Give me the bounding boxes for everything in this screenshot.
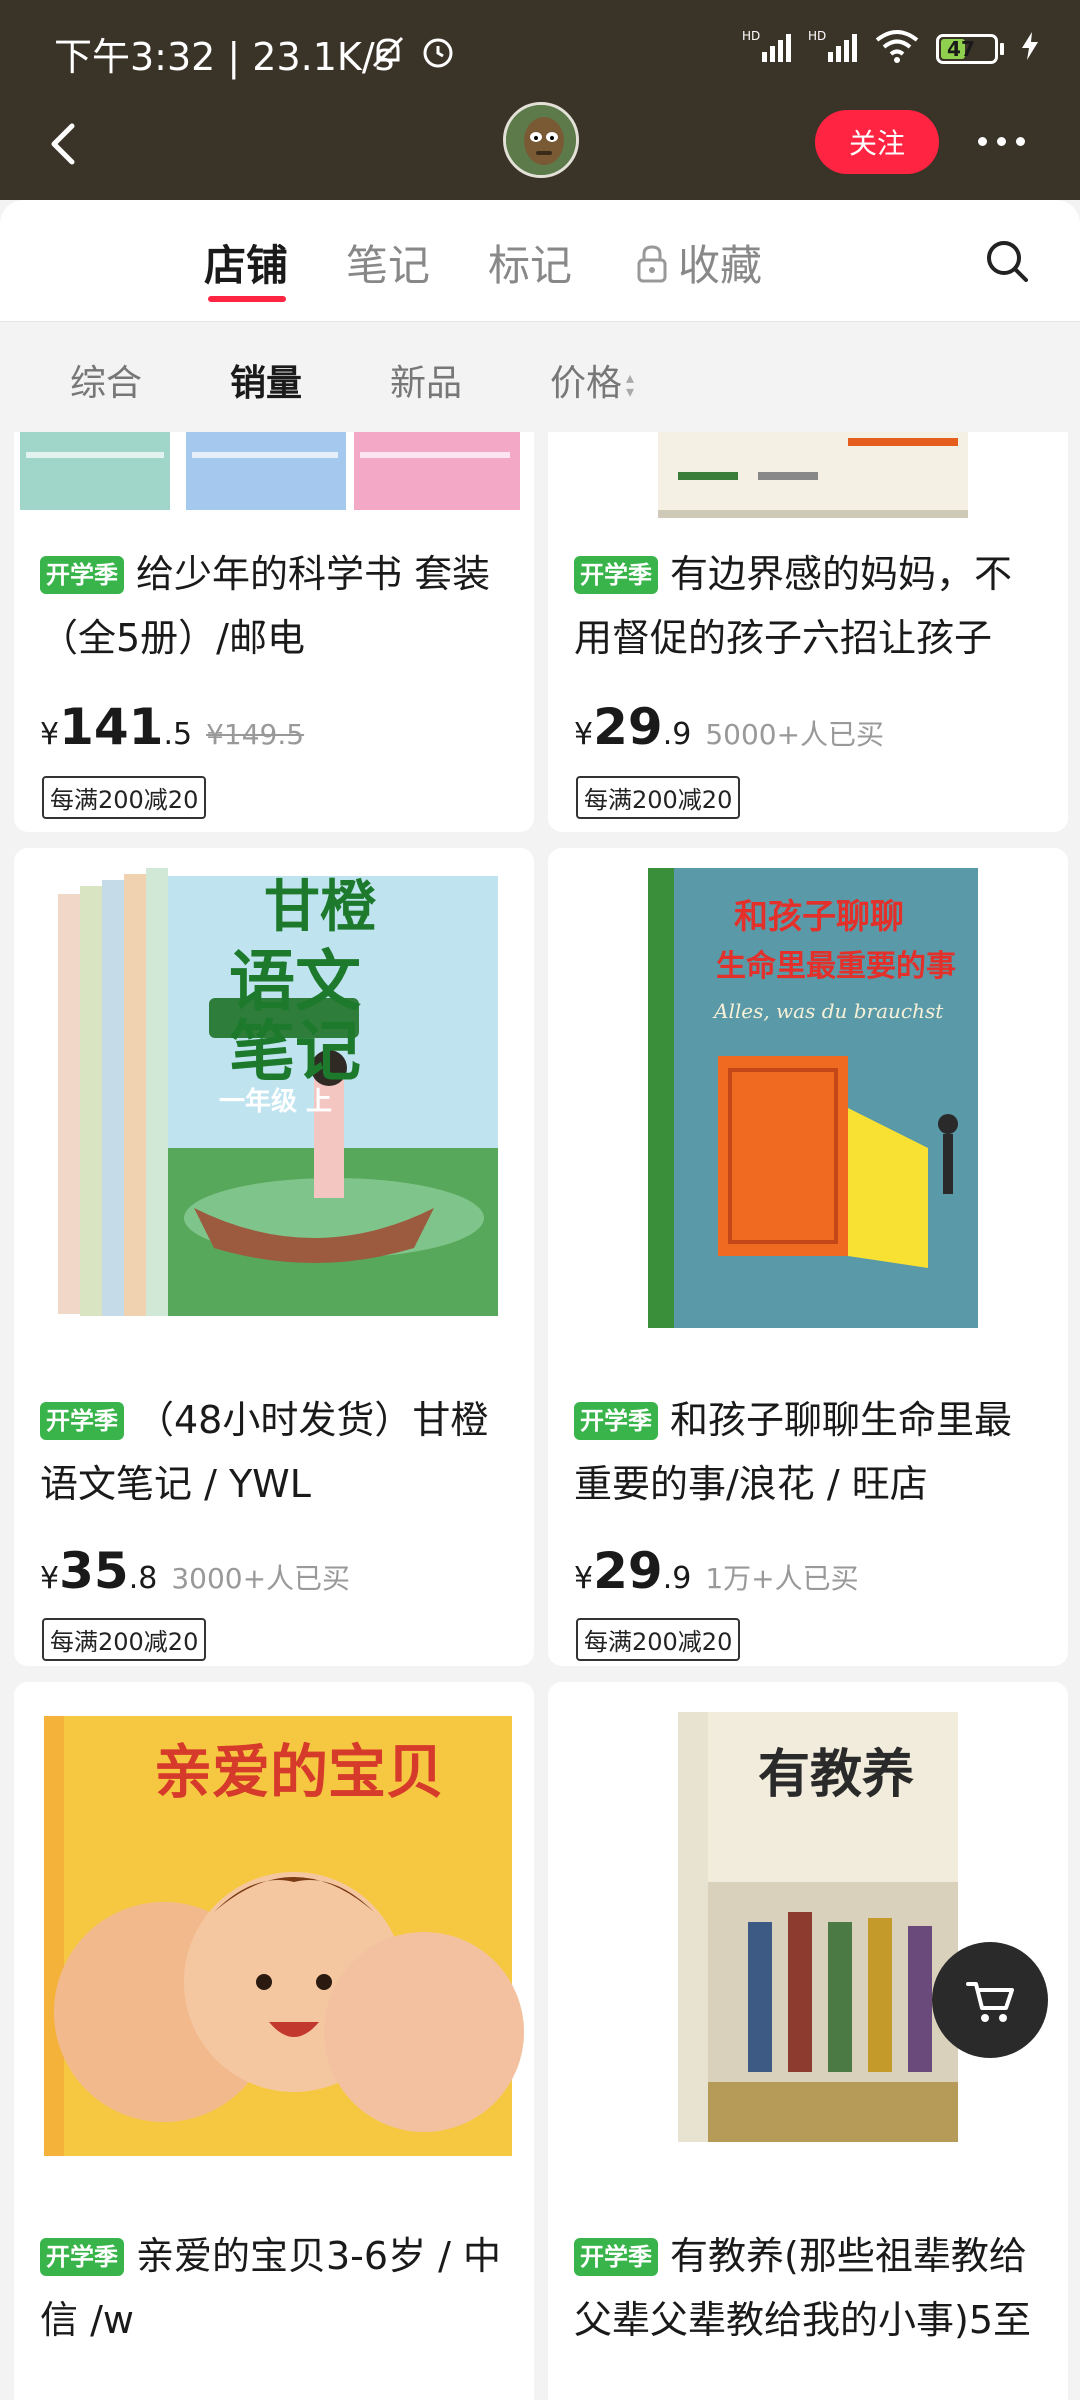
original-price: ¥149.5	[206, 718, 305, 751]
alarm-icon	[418, 32, 458, 76]
filter-price-label: 价格	[550, 363, 623, 404]
filter-sales[interactable]: 销量	[230, 354, 302, 406]
product-title: 开学季 和孩子聊聊生命里最重要的事/浪花 / 旺店	[574, 1388, 1042, 1516]
promo-tag: 开学季	[40, 1402, 124, 1440]
tab-bar: 店铺 笔记 标记 收藏	[0, 200, 1080, 322]
shop-sheet: 店铺 笔记 标记 收藏 综合 销量 新品 价格 ▴ ▾ 开学季 给少年的科学书 …	[0, 200, 1080, 2400]
filter-comprehensive[interactable]: 综合	[70, 354, 142, 406]
battery-level: 47	[947, 37, 975, 61]
avatar[interactable]	[503, 102, 579, 178]
product-card[interactable]: 甘橙 语文 笔记 一年级 上 开学季 （48小时发货）甘橙语文笔记 / YWL ¥…	[14, 848, 534, 1666]
search-icon	[987, 241, 1028, 282]
tab-notes[interactable]: 笔记	[346, 232, 430, 293]
status-right: HD HD 47	[742, 28, 1040, 70]
promo-tag: 开学季	[574, 1402, 658, 1440]
active-tab-indicator	[208, 296, 286, 302]
product-grid: 开学季 给少年的科学书 套装（全5册）/邮电 ¥141.5 ¥149.5 每满200…	[0, 432, 1080, 2400]
promo-tag: 开学季	[574, 556, 658, 594]
search-button[interactable]	[982, 236, 1032, 286]
cover-grade: 一年级 上	[219, 1086, 332, 1117]
promo-tag: 开学季	[40, 2238, 124, 2276]
lock-icon	[636, 244, 668, 294]
sales-count: 1万+人已买	[705, 1562, 859, 1595]
cover-title-2: 生命里最重要的事	[716, 949, 956, 984]
sales-count: 5000+人已买	[705, 718, 885, 751]
product-title: 开学季 给少年的科学书 套装（全5册）/邮电	[40, 542, 508, 670]
more-options-button[interactable]	[978, 126, 1038, 156]
discount-badge: 每满200减20	[576, 776, 741, 819]
avatar-image	[506, 105, 576, 175]
product-card[interactable]: 开学季 给少年的科学书 套装（全5册）/邮电 ¥141.5 ¥149.5 每满200…	[14, 432, 534, 832]
battery-icon: 47	[936, 34, 1004, 64]
cover-title-3: 笔记	[229, 1013, 361, 1090]
sales-count: 3000+人已买	[171, 1562, 351, 1595]
svg-text:HD: HD	[808, 29, 826, 43]
shop-header: 关注	[0, 100, 1080, 200]
cover-subtitle: Alles, was du brauchst	[712, 999, 944, 1023]
product-cover: 和孩子聊聊 生命里最重要的事 Alles, was du brauchst	[548, 848, 1068, 1368]
product-title: 开学季 （48小时发货）甘橙语文笔记 / YWL	[40, 1388, 508, 1516]
cover-title-1: 和孩子聊聊	[734, 897, 904, 937]
discount-badge: 每满200减20	[42, 776, 207, 819]
shopping-cart-icon	[966, 1982, 1014, 2022]
product-title: 开学季 亲爱的宝贝3-6岁 / 中信 /w	[40, 2224, 508, 2352]
product-price: ¥141.5 ¥149.5	[40, 698, 305, 756]
wifi-icon	[874, 28, 920, 70]
mute-bell-icon	[368, 32, 408, 76]
status-bar: 下午3:32 | 23.1K/s HD HD 47	[0, 0, 1080, 100]
tab-favorites-label: 收藏	[678, 241, 763, 290]
cart-button[interactable]	[932, 1942, 1048, 2058]
product-card[interactable]: 开学季 有边界感的妈妈，不用督促的孩子六招让孩子 ¥29.9 5000+人已买 每满…	[548, 432, 1068, 832]
product-cover	[14, 432, 534, 522]
chevron-left-icon	[51, 123, 75, 165]
tab-shop[interactable]: 店铺	[204, 232, 288, 293]
promo-tag: 开学季	[40, 556, 124, 594]
filter-price[interactable]: 价格 ▴ ▾	[550, 354, 634, 406]
cover-title: 有教养	[758, 1744, 914, 1805]
discount-badge: 每满200减20	[42, 1618, 207, 1661]
product-cover: 亲爱的宝贝	[14, 1682, 534, 2206]
product-price: ¥29.9 1万+人已买	[574, 1542, 859, 1600]
product-title: 开学季 有教养(那些祖辈教给父辈父辈教给我的小事)5至	[574, 2224, 1042, 2352]
cover-title-2: 语文	[229, 943, 361, 1020]
promo-tag: 开学季	[574, 2238, 658, 2276]
follow-button[interactable]: 关注	[815, 110, 939, 174]
signal-icon: HD	[742, 28, 792, 70]
sort-arrows-icon: ▴ ▾	[626, 368, 635, 401]
product-price: ¥35.8 3000+人已买	[40, 1542, 351, 1600]
tab-marks[interactable]: 标记	[488, 232, 572, 293]
filter-bar: 综合 销量 新品 价格 ▴ ▾	[0, 322, 1080, 432]
charging-icon	[1020, 30, 1040, 68]
cover-title: 亲爱的宝贝	[154, 1738, 444, 1806]
product-cover: 甘橙 语文 笔记 一年级 上	[14, 848, 534, 1368]
product-card[interactable]: 和孩子聊聊 生命里最重要的事 Alles, was du brauchst 开学…	[548, 848, 1068, 1666]
back-button[interactable]	[40, 114, 100, 174]
product-title: 开学季 有边界感的妈妈，不用督促的孩子六招让孩子	[574, 542, 1042, 670]
filter-new[interactable]: 新品	[390, 354, 462, 406]
product-card[interactable]: 亲爱的宝贝 开学季 亲爱的宝贝3-6岁 / 中信 /w	[14, 1682, 534, 2400]
status-time: 下午3:32 | 23.1K/s	[54, 35, 395, 79]
signal-icon-2: HD	[808, 28, 858, 70]
tab-favorites[interactable]: 收藏	[636, 232, 762, 294]
discount-badge: 每满200减20	[576, 1618, 741, 1661]
cover-title-1: 甘橙	[264, 875, 377, 940]
product-price: ¥29.9 5000+人已买	[574, 698, 885, 756]
svg-text:HD: HD	[742, 29, 760, 43]
product-cover	[548, 432, 1068, 522]
